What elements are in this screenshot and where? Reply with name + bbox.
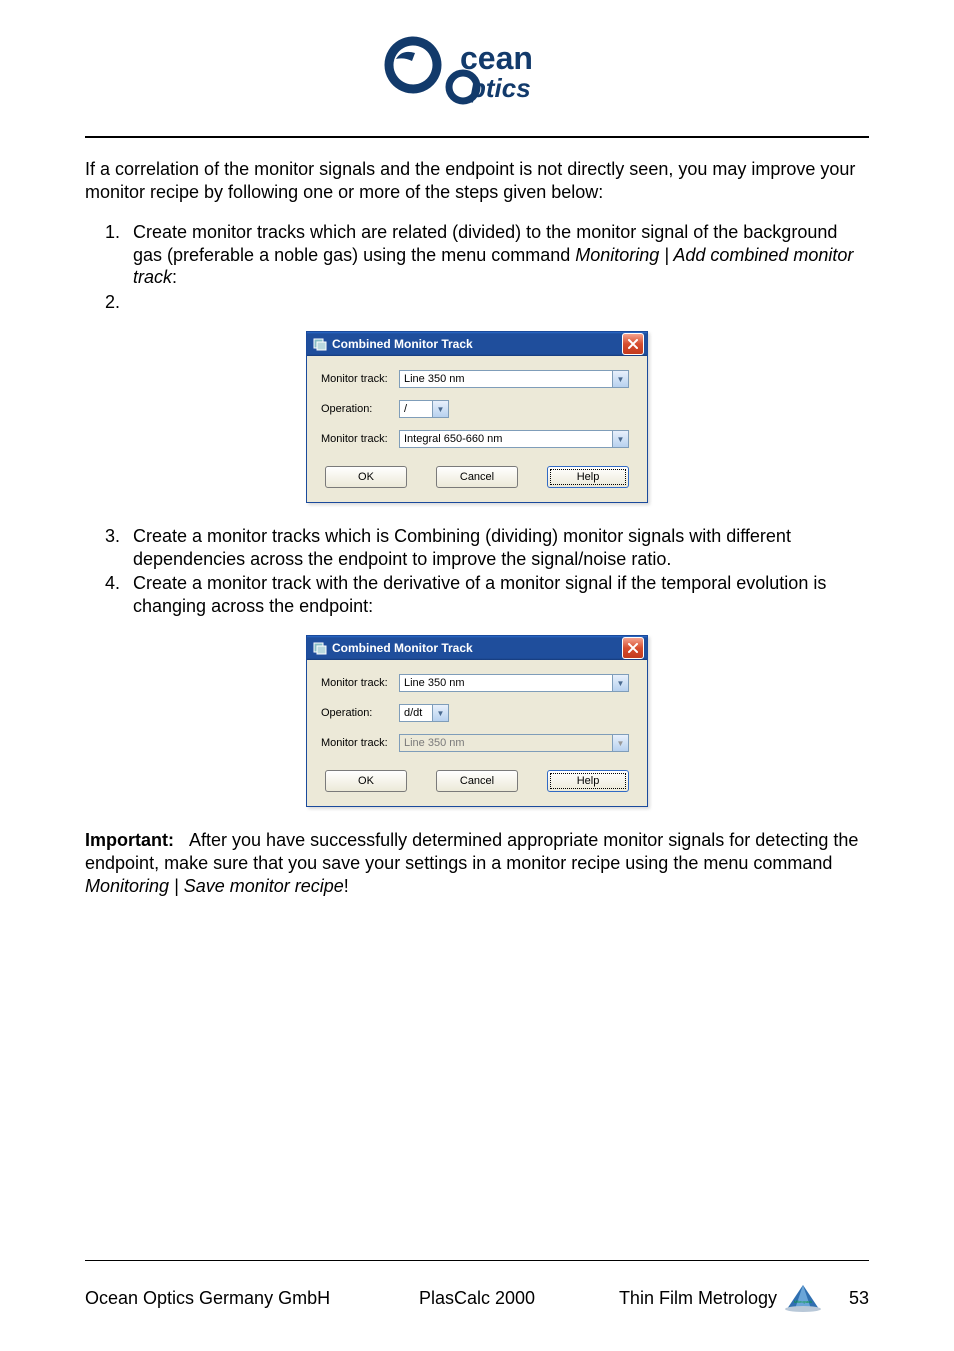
dialog1-operation-label: Operation: (321, 403, 399, 415)
step-1: Create monitor tracks which are related … (125, 221, 869, 289)
logo-text-top: cean (460, 40, 533, 76)
step-2-empty (125, 291, 869, 314)
important-label: Important: (85, 830, 174, 850)
intro-paragraph: If a correlation of the monitor signals … (85, 158, 869, 203)
important-text-b: Monitoring | Save monitor recipe (85, 876, 344, 896)
dialog2-track1-label: Monitor track: (321, 677, 399, 689)
dialog1-operation-value: / (400, 403, 432, 415)
dialog1-titlebar[interactable]: Combined Monitor Track (307, 332, 647, 356)
ocean-optics-logo: cean ptics (382, 35, 572, 113)
chevron-down-icon: ▼ (432, 401, 448, 417)
dialog2-track2-combo-disabled: Line 350 nm ▼ (399, 734, 629, 752)
dialog2-cancel-button[interactable]: Cancel (436, 770, 518, 792)
footer-center: PlasCalc 2000 (409, 1288, 545, 1309)
dialog1-track2-value: Integral 650-660 nm (400, 433, 612, 445)
dialog1-track1-value: Line 350 nm (400, 373, 612, 385)
chevron-down-icon: ▼ (612, 735, 628, 751)
dialog2-operation-combo[interactable]: d/dt ▼ (399, 704, 449, 722)
combined-monitor-track-dialog-2: Combined Monitor Track Monitor track: Li… (306, 635, 648, 807)
footer-rule (85, 1260, 869, 1261)
chevron-down-icon: ▼ (612, 431, 628, 447)
dialog2-titlebar[interactable]: Combined Monitor Track (307, 636, 647, 660)
dialog2-operation-label: Operation: (321, 707, 399, 719)
dialog1-track1-combo[interactable]: Line 350 nm ▼ (399, 370, 629, 388)
page-footer: Ocean Optics Germany GmbH PlasCalc 2000 … (85, 1252, 869, 1313)
dialog1-cancel-button[interactable]: Cancel (436, 466, 518, 488)
dialog1-help-button[interactable]: Help (547, 466, 629, 488)
step-1-text-c: : (172, 267, 177, 287)
dialog1-ok-button[interactable]: OK (325, 466, 407, 488)
dialog2-track2-value: Line 350 nm (400, 737, 612, 749)
dialog1-track1-label: Monitor track: (321, 373, 399, 385)
footer-right: Thin Film Metrology (619, 1288, 777, 1309)
step-3: Create a monitor tracks which is Combini… (125, 525, 869, 570)
dialog1-track2-label: Monitor track: (321, 433, 399, 445)
page-number: 53 (849, 1288, 869, 1309)
important-paragraph: Important: After you have successfully d… (85, 829, 869, 898)
header-rule (85, 136, 869, 138)
dialog1-app-icon (313, 337, 327, 351)
dialog2-track1-value: Line 350 nm (400, 677, 612, 689)
dialog2-app-icon (313, 641, 327, 655)
dialog2-track2-label: Monitor track: (321, 737, 399, 749)
steps-list: Create monitor tracks which are related … (125, 221, 869, 313)
footer-left: Ocean Optics Germany GmbH (85, 1288, 409, 1309)
important-text-a: After you have successfully determined a… (85, 830, 858, 873)
dialog2-operation-value: d/dt (400, 707, 432, 719)
chevron-down-icon: ▼ (432, 705, 448, 721)
combined-monitor-track-dialog-1: Combined Monitor Track Monitor track: Li… (306, 331, 648, 503)
logo-area: cean ptics (85, 30, 869, 118)
dialog1-title: Combined Monitor Track (332, 337, 622, 351)
steps-list-cont: Create a monitor tracks which is Combini… (125, 525, 869, 617)
dialog1-operation-combo[interactable]: / ▼ (399, 400, 449, 418)
dialog1-track2-combo[interactable]: Integral 650-660 nm ▼ (399, 430, 629, 448)
chevron-down-icon: ▼ (612, 371, 628, 387)
important-text-c: ! (344, 876, 349, 896)
dialog2-help-button[interactable]: Help (547, 770, 629, 792)
dialog2-title: Combined Monitor Track (332, 641, 622, 655)
dialog1-close-button[interactable] (622, 333, 644, 355)
dialog2-track1-combo[interactable]: Line 350 nm ▼ (399, 674, 629, 692)
dialog2-close-button[interactable] (622, 637, 644, 659)
dialog2-ok-button[interactable]: OK (325, 770, 407, 792)
mikropack-logo-icon: Mikropack (783, 1283, 823, 1313)
svg-text:Mikropack: Mikropack (794, 1299, 812, 1304)
chevron-down-icon: ▼ (612, 675, 628, 691)
step-4: Create a monitor track with the derivati… (125, 572, 869, 617)
